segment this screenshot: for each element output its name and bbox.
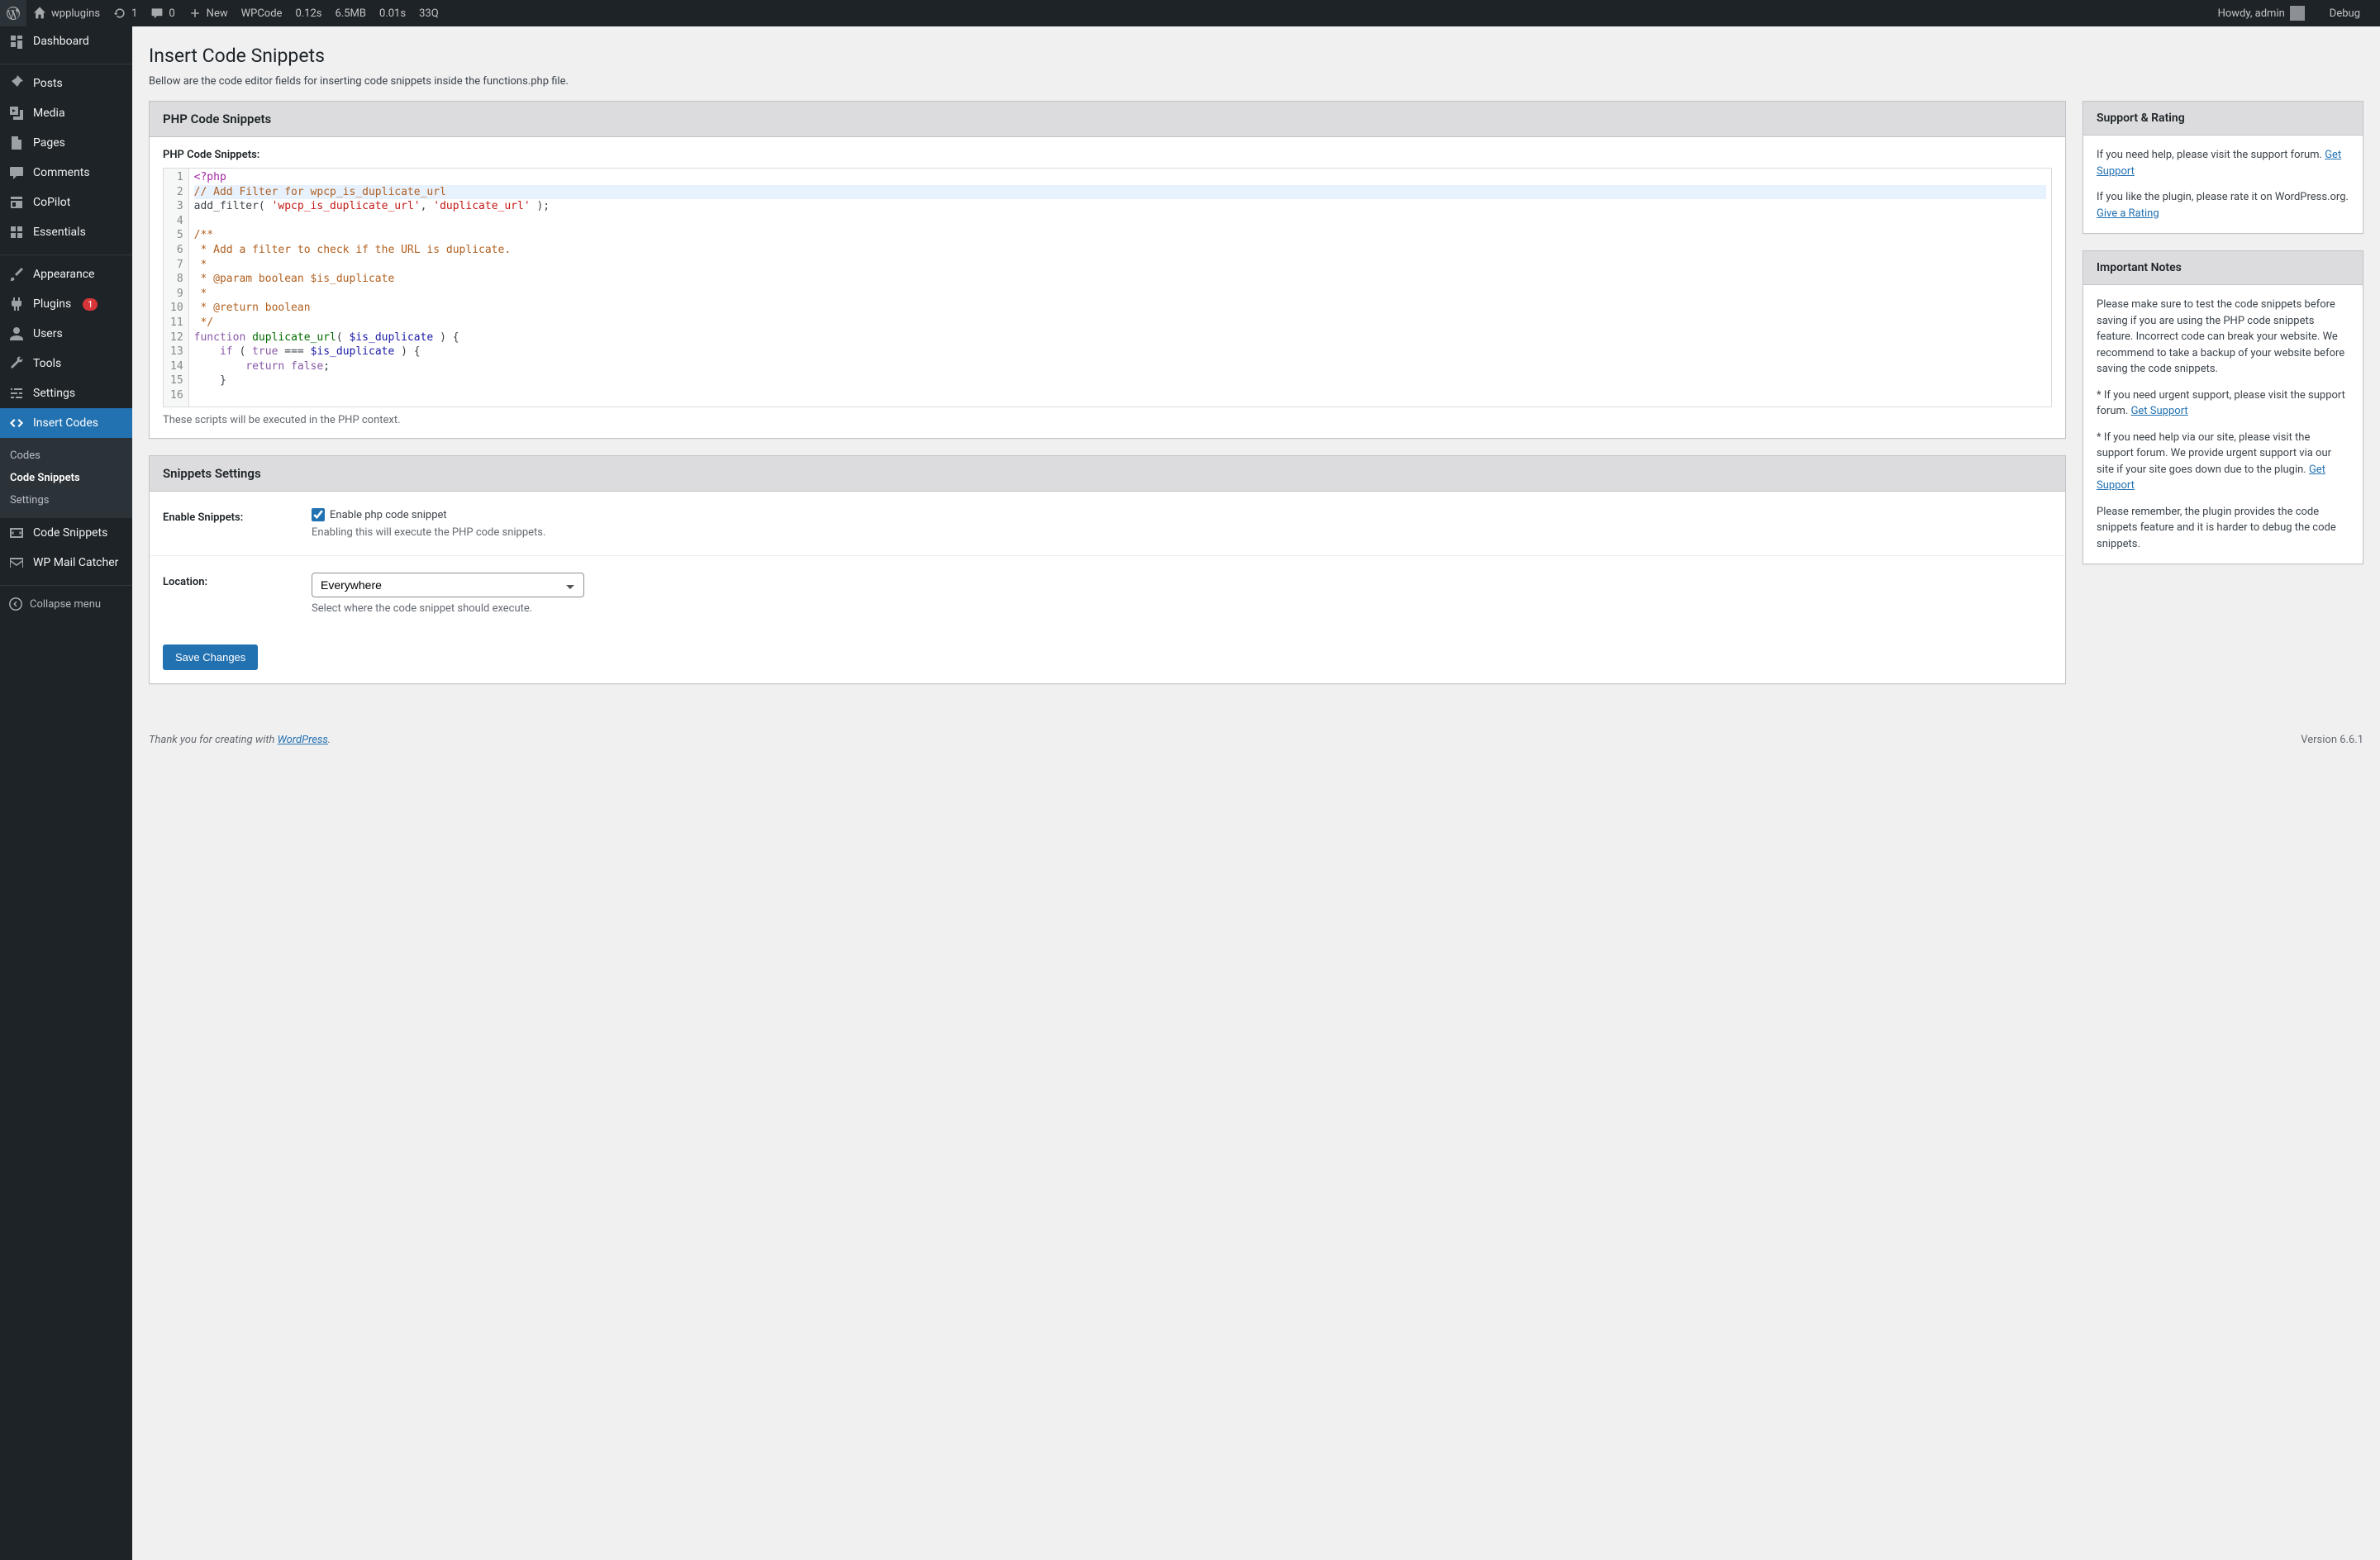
page-content: Insert Code Snippets Bellow are the code…: [132, 26, 2380, 1560]
code-gutter: 12345678910111213141516: [164, 169, 189, 407]
home-icon: [33, 7, 46, 20]
code-editor[interactable]: 12345678910111213141516 <?php // Add Fil…: [163, 168, 2052, 407]
perf-memory[interactable]: 6.5MB: [329, 0, 374, 26]
perf-time[interactable]: 0.12s: [288, 0, 328, 26]
menu-posts[interactable]: Posts: [0, 69, 132, 98]
admin-bar: wpplugins 1 0 New WPCode 0.12s 6.5MB 0.0…: [0, 0, 2380, 26]
snippets-settings-header: Snippets Settings: [150, 456, 2065, 492]
menu-appearance[interactable]: Appearance: [0, 259, 132, 289]
mail-icon: [8, 554, 25, 571]
support-rating-postbox: Support & Rating If you need help, pleas…: [2082, 101, 2363, 234]
enable-snippets-label: Enable Snippets:: [163, 508, 312, 524]
brush-icon: [8, 266, 25, 283]
page-description: Bellow are the code editor fields for in…: [149, 75, 2363, 88]
copilot-icon: [8, 194, 25, 211]
enable-snippets-checkbox[interactable]: [312, 508, 325, 521]
menu-code-snippets[interactable]: Code Snippets: [0, 518, 132, 548]
code-lines[interactable]: <?php // Add Filter for wpcp_is_duplicat…: [189, 169, 2051, 407]
updates[interactable]: 1: [107, 0, 144, 26]
comment-icon: [150, 7, 164, 20]
update-icon: [113, 7, 126, 20]
wpcode-menu[interactable]: WPCode: [235, 0, 289, 26]
plugins-update-badge: 1: [83, 298, 98, 311]
location-label: Location:: [163, 573, 312, 588]
menu-copilot[interactable]: CoPilot: [0, 188, 132, 217]
location-select[interactable]: Everywhere: [312, 573, 584, 597]
location-help: Select where the code snippet should exe…: [312, 602, 2052, 615]
menu-settings[interactable]: Settings: [0, 378, 132, 408]
important-notes-header: Important Notes: [2083, 251, 2363, 285]
submenu-codes[interactable]: Codes: [0, 445, 132, 467]
page-icon: [8, 135, 25, 151]
embed-icon: [8, 525, 25, 541]
menu-wp-mail-catcher[interactable]: WP Mail Catcher: [0, 548, 132, 578]
avatar: [2290, 6, 2305, 21]
menu-insert-codes[interactable]: Insert Codes: [0, 408, 132, 438]
collapse-menu[interactable]: Collapse menu: [0, 590, 132, 618]
dashboard-icon: [8, 33, 25, 50]
submenu-insert-codes: Codes Code Snippets Settings: [0, 438, 132, 518]
important-notes-postbox: Important Notes Please make sure to test…: [2082, 250, 2363, 564]
footer: Thank you for creating with WordPress. V…: [149, 734, 2363, 746]
submenu-code-snippets[interactable]: Code Snippets: [0, 467, 132, 489]
media-icon: [8, 105, 25, 121]
site-name[interactable]: wpplugins: [26, 0, 107, 26]
plus-icon: [188, 7, 202, 20]
php-snippets-help: These scripts will be executed in the PH…: [163, 414, 2052, 426]
new-content[interactable]: New: [182, 0, 235, 26]
snippets-settings-postbox: Snippets Settings Enable Snippets: Enabl…: [149, 455, 2066, 684]
menu-plugins[interactable]: Plugins1: [0, 289, 132, 319]
menu-comments[interactable]: Comments: [0, 158, 132, 188]
enable-snippets-help: Enabling this will execute the PHP code …: [312, 526, 2052, 539]
menu-tools[interactable]: Tools: [0, 349, 132, 378]
php-snippets-label: PHP Code Snippets:: [163, 149, 2052, 161]
grid-icon: [8, 224, 25, 240]
collapse-icon: [8, 597, 23, 611]
perf-time2[interactable]: 0.01s: [373, 0, 412, 26]
comments-count[interactable]: 0: [144, 0, 181, 26]
support-rating-header: Support & Rating: [2083, 102, 2363, 136]
menu-essentials[interactable]: Essentials: [0, 217, 132, 247]
wrench-icon: [8, 355, 25, 372]
submenu-settings[interactable]: Settings: [0, 489, 132, 511]
wp-logo[interactable]: [0, 0, 26, 26]
give-rating-link[interactable]: Give a Rating: [2097, 207, 2159, 220]
perf-queries[interactable]: 33Q: [412, 0, 445, 26]
version-label: Version 6.6.1: [2301, 734, 2363, 746]
php-snippets-postbox: PHP Code Snippets PHP Code Snippets: 123…: [149, 101, 2066, 439]
wordpress-link[interactable]: WordPress: [278, 734, 328, 746]
php-snippets-header: PHP Code Snippets: [150, 102, 2065, 137]
comment-icon: [8, 164, 25, 181]
user-icon: [8, 326, 25, 342]
pin-icon: [8, 75, 25, 92]
admin-sidebar: Dashboard Posts Media Pages Comments CoP…: [0, 26, 132, 1560]
save-changes-button[interactable]: Save Changes: [163, 644, 258, 670]
my-account[interactable]: Howdy, admin: [2211, 0, 2311, 26]
code-icon: [8, 415, 25, 431]
wordpress-icon: [7, 7, 20, 20]
menu-dashboard[interactable]: Dashboard: [0, 26, 132, 56]
menu-media[interactable]: Media: [0, 98, 132, 128]
menu-users[interactable]: Users: [0, 319, 132, 349]
menu-pages[interactable]: Pages: [0, 128, 132, 158]
page-title: Insert Code Snippets: [149, 45, 2363, 67]
plug-icon: [8, 296, 25, 312]
enable-snippets-checkbox-label[interactable]: Enable php code snippet: [312, 508, 2052, 521]
sliders-icon: [8, 385, 25, 402]
get-support-link-2[interactable]: Get Support: [2131, 405, 2188, 417]
debug-link[interactable]: Debug: [2323, 0, 2367, 26]
